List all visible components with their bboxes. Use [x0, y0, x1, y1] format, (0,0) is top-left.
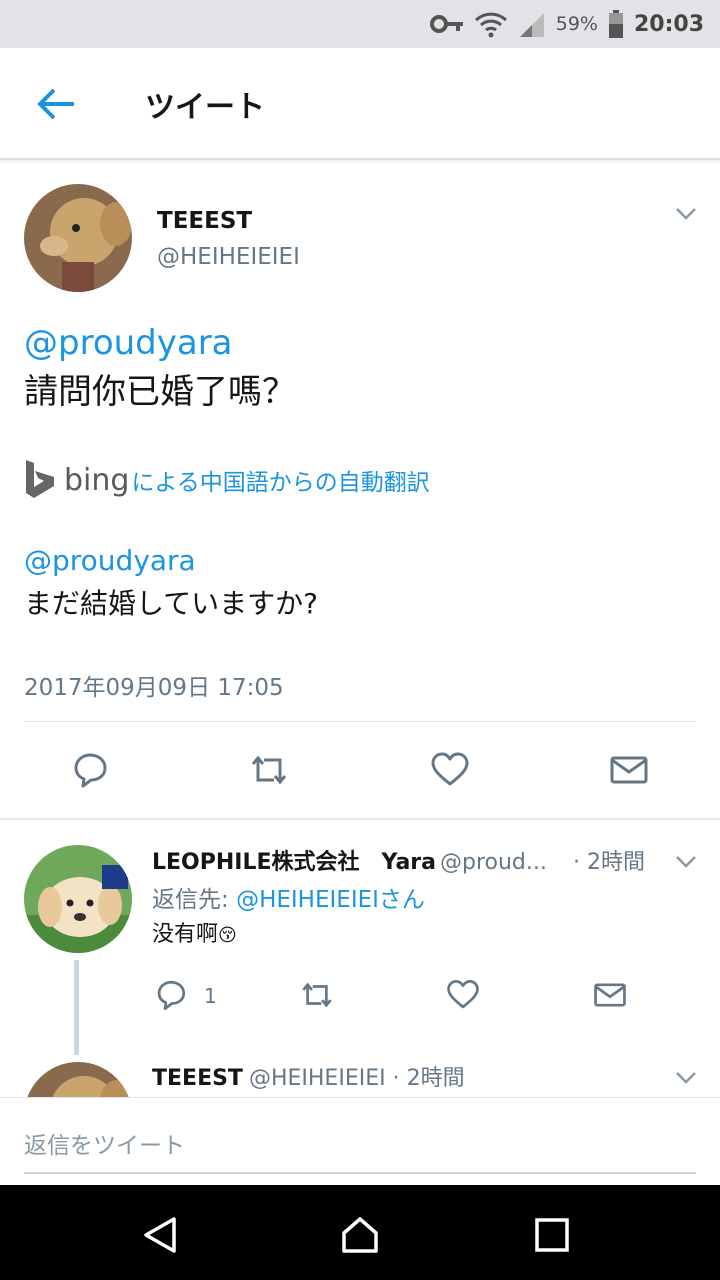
tweet-action-bar — [0, 740, 720, 800]
translation-link[interactable]: による中国語からの自動翻訳 — [131, 463, 429, 497]
reply-time: · 2時間 — [573, 850, 645, 875]
input-underline — [24, 1172, 696, 1174]
author-handle[interactable]: @HEIHEIEIEI — [157, 244, 300, 270]
reply-text: 没有啊😚 — [152, 916, 237, 948]
like-heart-icon[interactable] — [446, 978, 480, 1012]
nav-home-icon[interactable] — [340, 1215, 380, 1255]
direct-message-icon[interactable] — [593, 978, 627, 1012]
cell-signal-icon — [519, 13, 544, 37]
status-bar: 59% 20:03 — [0, 0, 720, 48]
battery-icon — [608, 10, 623, 38]
reply-author-handle-time[interactable]: @HEIHEIEIEI · 2時間 — [249, 1066, 465, 1091]
author-avatar[interactable] — [24, 184, 132, 292]
reply-input[interactable]: 返信をツイート — [24, 1126, 185, 1160]
reply-icon[interactable] — [70, 750, 110, 790]
back-arrow-icon[interactable] — [30, 84, 78, 124]
reply-to-line: 返信先: @HEIHEIEIEIさん — [152, 880, 425, 914]
clock: 20:03 — [633, 11, 704, 37]
battery-percent: 59% — [555, 13, 598, 35]
tweet-mention-link[interactable]: @proudyara — [24, 323, 233, 363]
translation-attribution: bing による中国語からの自動翻訳 — [24, 458, 430, 502]
divider — [24, 721, 696, 722]
reply-display-name[interactable]: Yara — [382, 850, 436, 875]
like-heart-icon[interactable] — [430, 750, 470, 790]
author-name[interactable]: TEEEST — [157, 208, 252, 234]
reply-count: 1 — [204, 984, 217, 1008]
reply-author-name[interactable]: LEOPHILE株式会社 — [152, 850, 360, 875]
key-icon — [429, 15, 463, 33]
reply-to-handle-link[interactable]: @HEIHEIEIEIさん — [236, 887, 425, 913]
reply-text-body: 没有啊 — [152, 922, 219, 947]
retweet-icon[interactable] — [300, 978, 334, 1012]
chevron-down-icon[interactable] — [675, 207, 697, 221]
system-nav-bar — [0, 1185, 720, 1280]
section-divider — [0, 818, 720, 820]
reply-composer: 返信をツイート — [0, 1097, 720, 1185]
app-bar: ツイート — [0, 48, 720, 160]
translated-mention-link[interactable]: @proudyara — [24, 544, 196, 577]
wifi-icon — [474, 12, 507, 38]
reply-author-handle[interactable]: @proud... — [440, 850, 547, 875]
kissing-face-emoji: 😚 — [218, 925, 237, 946]
page-title: ツイート — [145, 90, 265, 125]
tweet-timestamp: 2017年09月09日 17:05 — [24, 675, 284, 701]
reply-avatar[interactable] — [24, 845, 132, 953]
direct-message-icon[interactable] — [609, 750, 649, 790]
translated-text: まだ結婚していますか? — [24, 587, 319, 620]
reply-action-bar: 1 — [0, 972, 720, 1022]
nav-recents-icon[interactable] — [532, 1215, 572, 1255]
retweet-icon[interactable] — [249, 750, 289, 790]
reply-icon[interactable] — [154, 978, 188, 1012]
chevron-down-icon[interactable] — [675, 1071, 697, 1085]
reply-header: TEEEST @HEIHEIEIEI · 2時間 — [152, 1060, 465, 1092]
bing-brand: bing — [64, 462, 130, 498]
reply-to-label: 返信先: — [152, 887, 237, 913]
tweet-text: 請問你已婚了嗎？ — [24, 372, 296, 412]
reply-author-name[interactable]: TEEEST — [152, 1066, 243, 1091]
nav-back-icon[interactable] — [140, 1215, 180, 1255]
chevron-down-icon[interactable] — [675, 855, 697, 869]
bing-logo-icon — [26, 460, 54, 498]
reply-header: LEOPHILE株式会社 Yara @proud... — [152, 844, 547, 876]
